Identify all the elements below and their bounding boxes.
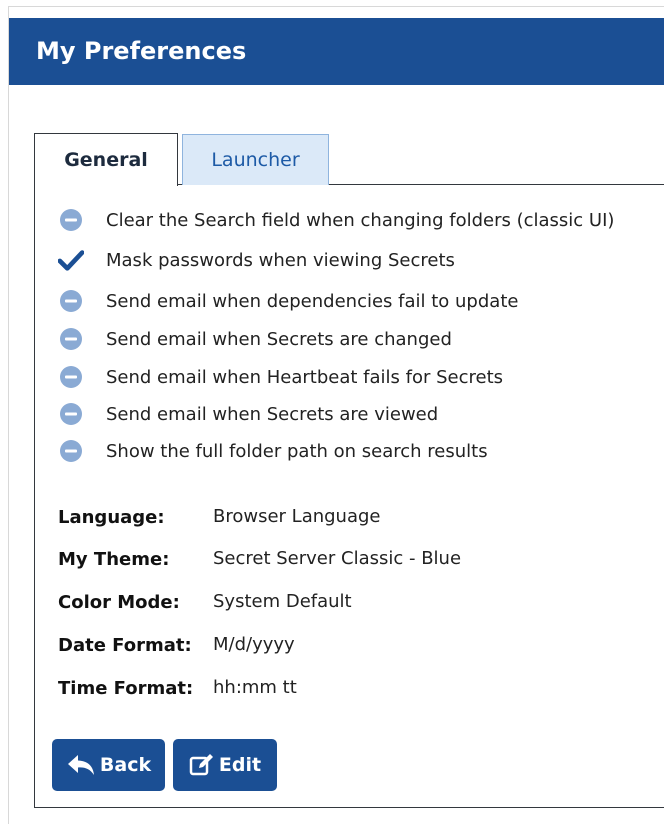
- preference-item: Send email when Secrets are changed: [58, 322, 664, 356]
- tab-panel: [34, 184, 664, 808]
- tab-general[interactable]: General: [34, 133, 178, 186]
- preference-item: Mask passwords when viewing Secrets: [58, 243, 664, 277]
- setting-label: Color Mode:: [58, 591, 180, 613]
- preference-label: Send email when Heartbeat fails for Secr…: [106, 366, 504, 388]
- minus-circle-icon: [58, 326, 84, 352]
- minus-circle-icon: [58, 364, 84, 390]
- page-title: My Preferences: [36, 37, 247, 65]
- preference-label: Send email when dependencies fail to upd…: [106, 290, 519, 312]
- preference-item: Send email when dependencies fail to upd…: [58, 284, 664, 318]
- setting-language: Language: Browser Language: [58, 502, 381, 532]
- preference-item: Clear the Search field when changing fol…: [58, 203, 664, 237]
- preference-label: Clear the Search field when changing fol…: [106, 209, 615, 231]
- setting-value: hh:mm tt: [213, 677, 297, 698]
- setting-color-mode: Color Mode: System Default: [58, 587, 352, 617]
- minus-circle-icon: [58, 207, 84, 233]
- setting-value: Browser Language: [213, 506, 381, 527]
- preferences-page: My Preferences General Launcher Clear th…: [0, 0, 664, 824]
- setting-value: M/d/yyyy: [213, 634, 295, 655]
- setting-theme: My Theme: Secret Server Classic - Blue: [58, 544, 461, 574]
- edit-button[interactable]: Edit: [173, 739, 277, 791]
- setting-label: My Theme:: [58, 548, 170, 570]
- setting-label: Language:: [58, 506, 165, 528]
- preference-item: Show the full folder path on search resu…: [58, 434, 664, 468]
- edit-button-label: Edit: [218, 754, 262, 776]
- setting-label: Date Format:: [58, 634, 192, 656]
- preference-label: Show the full folder path on search resu…: [106, 440, 488, 462]
- preference-label: Mask passwords when viewing Secrets: [106, 249, 455, 271]
- minus-circle-icon: [58, 438, 84, 464]
- setting-time-format: Time Format: hh:mm tt: [58, 673, 297, 703]
- setting-value: Secret Server Classic - Blue: [213, 548, 462, 569]
- setting-value: System Default: [213, 591, 352, 612]
- back-button[interactable]: Back: [52, 739, 165, 791]
- setting-date-format: Date Format: M/d/yyyy: [58, 630, 295, 660]
- setting-label: Time Format:: [58, 677, 194, 699]
- minus-circle-icon: [58, 401, 84, 427]
- minus-circle-icon: [58, 288, 84, 314]
- back-button-label: Back: [99, 754, 152, 776]
- preference-item: Send email when Heartbeat fails for Secr…: [58, 360, 664, 394]
- check-icon: [58, 247, 84, 273]
- preference-label: Send email when Secrets are viewed: [106, 403, 439, 425]
- tab-launcher[interactable]: Launcher: [182, 134, 329, 185]
- edit-icon: [189, 754, 213, 776]
- preference-label: Send email when Secrets are changed: [106, 328, 452, 350]
- preference-item: Send email when Secrets are viewed: [58, 397, 664, 431]
- reply-arrow-icon: [67, 755, 94, 775]
